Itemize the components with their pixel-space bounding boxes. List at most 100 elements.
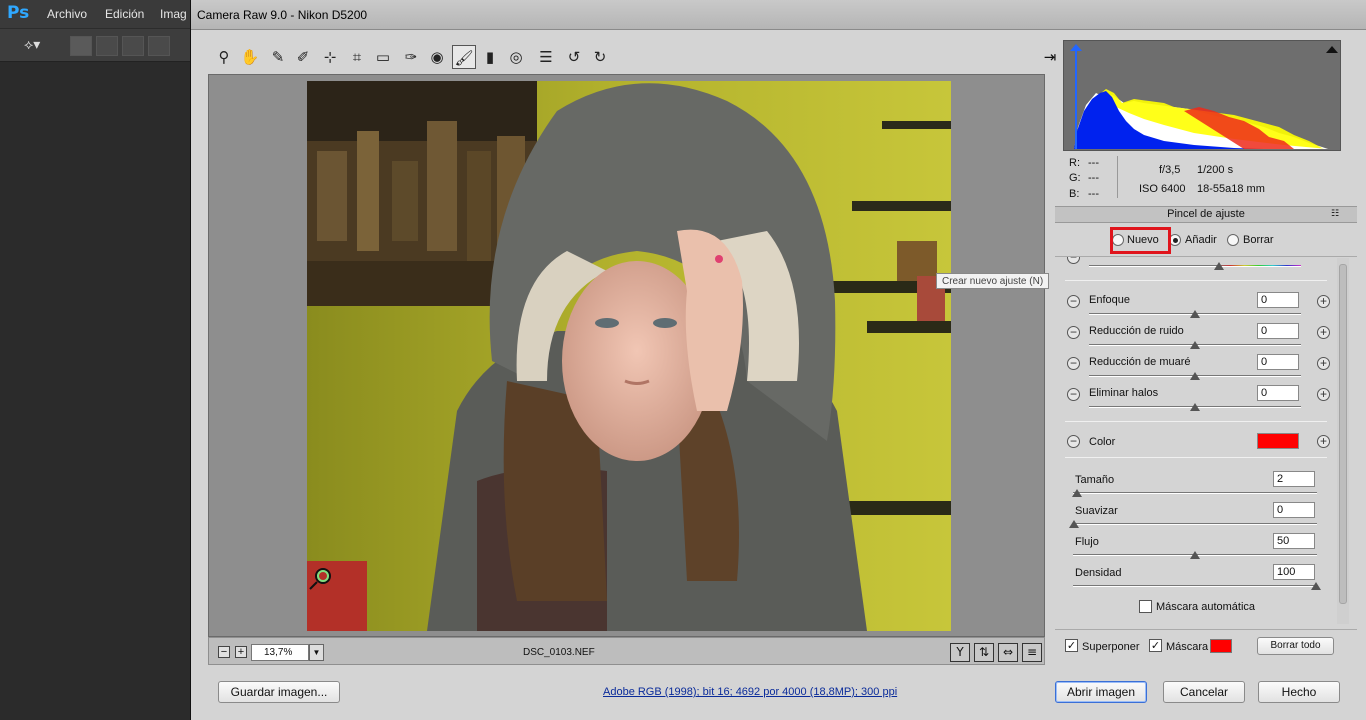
view-mode-icon[interactable]: Y <box>950 643 970 662</box>
menu-edicion[interactable]: Edición <box>105 7 144 21</box>
adjustment-row-moire: − Reducción de muaré 0 + <box>1055 353 1337 384</box>
image-preview-area[interactable] <box>208 74 1045 637</box>
cancel-button[interactable]: Cancelar <box>1163 681 1245 703</box>
density-value[interactable]: 100 <box>1273 564 1315 580</box>
sharpness-slider-thumb[interactable] <box>1190 310 1200 318</box>
density-slider-thumb[interactable] <box>1311 582 1321 590</box>
red-eye-icon[interactable]: ◉ <box>425 45 449 69</box>
selection-subtract-icon[interactable] <box>122 36 144 56</box>
panel-header: Pincel de ajuste ☷ <box>1055 206 1357 223</box>
open-image-button[interactable]: Abrir imagen <box>1055 681 1147 703</box>
mode-add-label[interactable]: Añadir <box>1185 234 1217 246</box>
workflow-options-link[interactable]: Adobe RGB (1998); bit 16; 4692 por 4000 … <box>603 686 897 698</box>
defringe-label: Eliminar halos <box>1089 387 1159 399</box>
toggle-settings-icon[interactable]: ≡ <box>1022 643 1042 662</box>
adjustments-list[interactable]: − − Enfoque 0 + − Reducción de ruido 0 + <box>1055 256 1357 626</box>
done-button[interactable]: Hecho <box>1258 681 1340 703</box>
mode-erase-label[interactable]: Borrar <box>1243 234 1274 246</box>
sharpness-minus-button[interactable]: − <box>1067 295 1080 308</box>
zoom-icon[interactable]: ⚲ <box>212 45 236 69</box>
defringe-slider-thumb[interactable] <box>1190 403 1200 411</box>
moire-slider-thumb[interactable] <box>1190 372 1200 380</box>
moire-minus-button[interactable]: − <box>1067 357 1080 370</box>
hidden-slider-thumb[interactable] <box>1214 262 1224 270</box>
color-swatch[interactable] <box>1257 433 1299 449</box>
zoom-in-button[interactable]: + <box>235 646 247 658</box>
right-panel: R: --- G: --- B: --- f/3,5 1/200 s ISO 6… <box>1055 40 1357 670</box>
adjustment-row-defringe: − Eliminar halos 0 + <box>1055 384 1337 415</box>
noise-value[interactable]: 0 <box>1257 323 1299 339</box>
brush-row-density: Densidad 100 <box>1055 564 1337 595</box>
brush-row-size: Tamaño 2 <box>1055 471 1337 502</box>
noise-slider-thumb[interactable] <box>1190 341 1200 349</box>
defringe-plus-button[interactable]: + <box>1317 388 1330 401</box>
rotate-left-icon[interactable]: ↺ <box>562 45 586 69</box>
brush-mode-group: Nuevo Añadir Borrar <box>1055 224 1357 256</box>
graduated-filter-icon[interactable]: ▮ <box>478 45 502 69</box>
zoom-out-button[interactable]: − <box>218 646 230 658</box>
mode-erase-radio[interactable] <box>1227 234 1239 246</box>
straighten-icon[interactable]: ▭ <box>371 45 395 69</box>
size-slider-track[interactable] <box>1073 492 1317 494</box>
moire-value[interactable]: 0 <box>1257 354 1299 370</box>
clear-all-button[interactable]: Borrar todo <box>1257 637 1334 655</box>
photo-preview[interactable] <box>307 81 951 631</box>
zoom-dropdown-button[interactable]: ▼ <box>309 644 324 661</box>
lasso-tool-icon[interactable]: ⟡▾ <box>24 37 40 53</box>
hidden-slider-track[interactable] <box>1089 265 1301 267</box>
flow-slider-thumb[interactable] <box>1190 551 1200 559</box>
density-slider-track[interactable] <box>1073 585 1317 587</box>
sharpness-value[interactable]: 0 <box>1257 292 1299 308</box>
presets-list-icon[interactable]: ☰ <box>534 45 558 69</box>
photoshop-workspace <box>0 62 190 720</box>
size-label: Tamaño <box>1075 474 1115 486</box>
size-slider-thumb[interactable] <box>1072 489 1082 497</box>
feather-slider-track[interactable] <box>1073 523 1317 525</box>
spot-removal-icon[interactable]: ✑ <box>399 45 423 69</box>
flow-value[interactable]: 50 <box>1273 533 1315 549</box>
overlay-label: Superponer <box>1082 641 1140 653</box>
panel-scrollbar[interactable] <box>1337 258 1349 624</box>
radial-filter-icon[interactable]: ◎ <box>504 45 528 69</box>
mask-color-swatch[interactable] <box>1210 639 1232 653</box>
overlay-checkbox[interactable]: ✓ <box>1065 639 1078 652</box>
dialog-titlebar: Camera Raw 9.0 - Nikon D5200 <box>191 0 1366 30</box>
rotate-right-icon[interactable]: ↻ <box>588 45 612 69</box>
hand-icon[interactable]: ✋ <box>238 45 262 69</box>
noise-plus-button[interactable]: + <box>1317 326 1330 339</box>
brush-row-flow: Flujo 50 <box>1055 533 1337 564</box>
noise-minus-button[interactable]: − <box>1067 326 1080 339</box>
menu-imagen[interactable]: Imag <box>160 7 187 21</box>
mask-checkbox[interactable]: ✓ <box>1149 639 1162 652</box>
swap-before-after-icon[interactable]: ⇅ <box>974 643 994 662</box>
save-image-button[interactable]: Guardar imagen... <box>218 681 340 703</box>
color-plus-button[interactable]: + <box>1317 435 1330 448</box>
noise-label: Reducción de ruido <box>1089 325 1184 337</box>
color-minus-button[interactable]: − <box>1067 435 1080 448</box>
white-balance-icon[interactable]: ✎ <box>266 45 290 69</box>
color-sampler-icon[interactable]: ✐ <box>291 45 315 69</box>
sharpness-plus-button[interactable]: + <box>1317 295 1330 308</box>
selection-add-icon[interactable] <box>96 36 118 56</box>
divider <box>1065 421 1327 422</box>
selection-intersect-icon[interactable] <box>148 36 170 56</box>
copy-settings-icon[interactable]: ⇔ <box>998 643 1018 662</box>
feather-slider-thumb[interactable] <box>1069 520 1079 528</box>
g-value: --- <box>1088 172 1099 184</box>
zoom-level-field[interactable]: 13,7% <box>251 644 309 661</box>
targeted-adjustment-icon[interactable]: ⊹ <box>318 45 342 69</box>
panel-scrollbar-thumb[interactable] <box>1339 264 1347 604</box>
panel-menu-icon[interactable]: ☷ <box>1331 207 1339 222</box>
moire-plus-button[interactable]: + <box>1317 357 1330 370</box>
menu-archivo[interactable]: Archivo <box>47 7 87 21</box>
crop-icon[interactable]: ⌗ <box>345 45 369 69</box>
auto-mask-checkbox[interactable] <box>1139 600 1152 613</box>
adjustment-brush-icon[interactable]: 🖌 <box>452 45 476 69</box>
defringe-value[interactable]: 0 <box>1257 385 1299 401</box>
selection-new-icon[interactable] <box>70 36 92 56</box>
feather-value[interactable]: 0 <box>1273 502 1315 518</box>
defringe-minus-button[interactable]: − <box>1067 388 1080 401</box>
hidden-minus-button[interactable]: − <box>1067 257 1080 264</box>
size-value[interactable]: 2 <box>1273 471 1315 487</box>
shutter-value: 1/200 s <box>1197 164 1234 176</box>
